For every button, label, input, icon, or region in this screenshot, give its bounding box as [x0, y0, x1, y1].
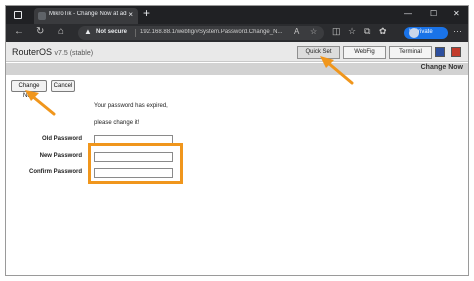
- logout-icon[interactable]: [451, 47, 461, 57]
- tab-title: MikroTik - Change Now at admin: [49, 11, 127, 17]
- expired-message: Your password has expired,: [94, 103, 168, 109]
- confirm-password-label: Confirm Password: [28, 169, 82, 175]
- window-menu-icon[interactable]: [14, 11, 22, 19]
- cancel-button[interactable]: Cancel: [51, 80, 75, 92]
- maximize-icon[interactable]: ☐: [430, 9, 437, 18]
- collections-icon[interactable]: ⧉: [364, 26, 370, 37]
- tab-close-icon[interactable]: ×: [128, 10, 133, 19]
- inprivate-badge[interactable]: InPrivate: [404, 27, 448, 39]
- profile-avatar[interactable]: [409, 28, 419, 38]
- browser-window: MikroTik - Change Now at admin × + — ☐ ✕…: [5, 5, 469, 276]
- quick-set-button[interactable]: Quick Set: [297, 46, 340, 59]
- favorites-icon[interactable]: ☆: [348, 26, 356, 37]
- not-secure-label[interactable]: Not secure: [96, 29, 127, 35]
- settings-menu-icon[interactable]: ⋯: [453, 26, 462, 37]
- address-bar[interactable]: ▲ Not secure 192.168.88.1/webfig/#System…: [78, 26, 324, 40]
- webfig-button[interactable]: WebFig: [343, 46, 386, 59]
- favorite-star-icon[interactable]: ☆: [310, 27, 317, 36]
- routeros-name: RouterOS: [12, 47, 53, 57]
- warning-icon[interactable]: ▲: [84, 27, 92, 36]
- old-password-label: Old Password: [41, 136, 82, 142]
- change-now-button[interactable]: Change Now: [11, 80, 47, 99]
- routeros-title: RouterOS v7.5 (stable): [12, 47, 93, 57]
- design-skin-icon[interactable]: [435, 47, 445, 57]
- read-aloud-icon[interactable]: A: [294, 27, 299, 36]
- new-password-label: New Password: [39, 153, 82, 159]
- password-fields-highlight: [88, 143, 183, 184]
- minimize-icon[interactable]: —: [404, 9, 412, 18]
- new-tab-icon[interactable]: +: [143, 6, 150, 20]
- home-icon[interactable]: ⌂: [58, 26, 64, 37]
- change-it-message: please change it!: [94, 120, 140, 126]
- address-divider: [135, 29, 136, 37]
- routeros-version: v7.5 (stable): [54, 50, 94, 57]
- tab-strip: MikroTik - Change Now at admin × + — ☐ ✕: [6, 6, 468, 24]
- mikrotik-favicon-icon: [38, 12, 46, 20]
- url-text[interactable]: 192.168.88.1/webfig/#System.Password.Cha…: [140, 29, 290, 35]
- extensions-icon[interactable]: ✿: [379, 26, 387, 37]
- browser-tab[interactable]: MikroTik - Change Now at admin ×: [34, 8, 138, 24]
- section-title: Change Now: [420, 64, 463, 71]
- section-bar: Change Now: [6, 63, 468, 75]
- close-window-icon[interactable]: ✕: [453, 9, 460, 18]
- browser-toolbar: ← ↻ ⌂ ▲ Not secure 192.168.88.1/webfig/#…: [6, 24, 468, 42]
- split-screen-icon[interactable]: ◫: [332, 26, 341, 37]
- routeros-header: RouterOS v7.5 (stable) Quick Set WebFig …: [6, 42, 468, 62]
- reload-icon[interactable]: ↻: [36, 26, 44, 37]
- back-icon[interactable]: ←: [14, 26, 24, 37]
- terminal-button[interactable]: Terminal: [389, 46, 432, 59]
